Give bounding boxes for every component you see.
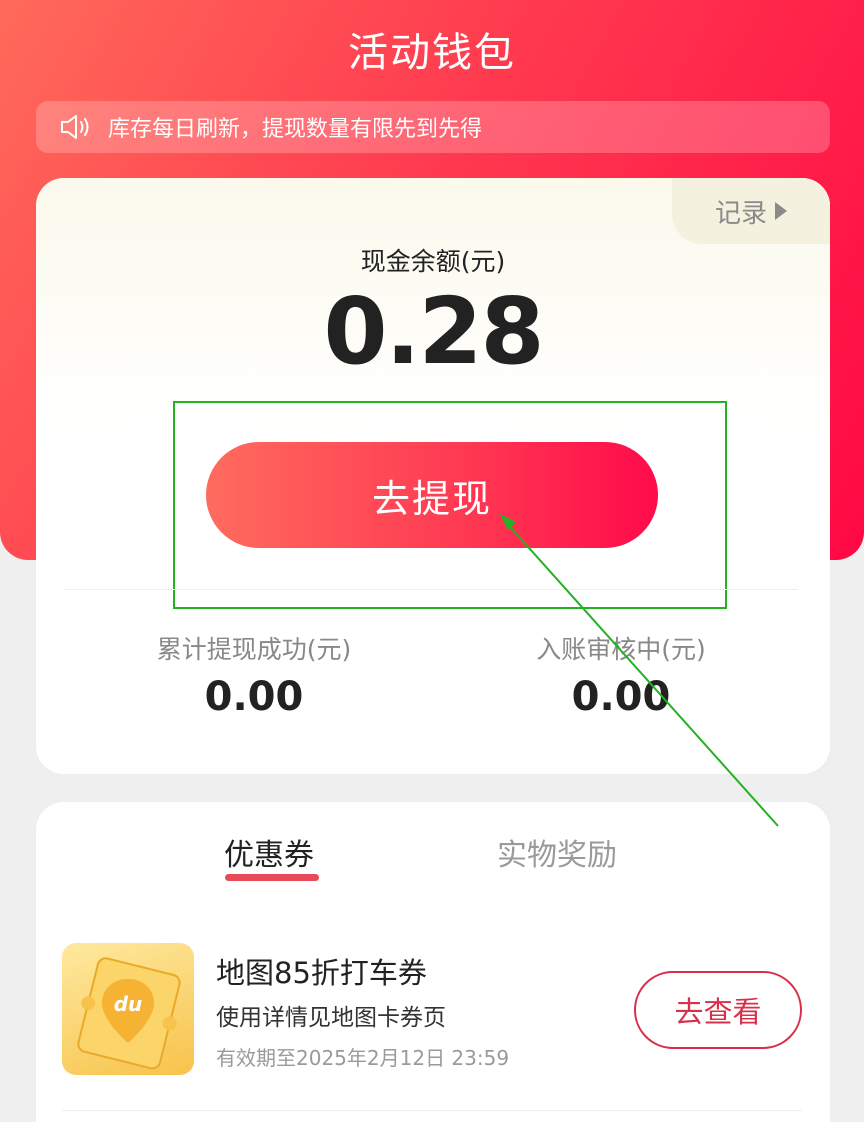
- coupon-desc: 使用详情见地图卡券页: [216, 1005, 446, 1031]
- page-title: 活动钱包: [348, 30, 516, 76]
- coupon-title: 地图85折打车券: [216, 956, 427, 990]
- record-link[interactable]: 记录: [672, 178, 830, 244]
- wallet-divider: [64, 589, 798, 590]
- balance-label: 现金余额(元): [360, 247, 506, 276]
- record-label: 记录: [714, 198, 767, 229]
- tab-physical-rewards[interactable]: 实物奖励: [497, 830, 617, 874]
- view-coupon-button[interactable]: 去查看: [634, 971, 802, 1049]
- coupon-divider: [62, 1110, 802, 1111]
- stat-pending-value: 0.00: [571, 674, 671, 720]
- stat-pending: 入账审核中(元) 0.00: [471, 630, 771, 720]
- triangle-right-icon: [775, 202, 787, 220]
- coupon-icon-text: du: [114, 992, 143, 1016]
- notice-text: 库存每日刷新，提现数量有限先到先得: [108, 117, 483, 142]
- stat-withdrawn-label: 累计提现成功(元): [156, 635, 352, 664]
- withdraw-button[interactable]: 去提现: [206, 442, 658, 548]
- notice-banner: 库存每日刷新，提现数量有限先到先得: [36, 101, 830, 153]
- coupon-expiry: 有效期至2025年2月12日 23:59: [216, 1046, 510, 1070]
- balance-value: 0.28: [323, 278, 545, 385]
- stat-pending-label: 入账审核中(元): [536, 635, 706, 664]
- tab-coupons[interactable]: 优惠券: [224, 830, 314, 874]
- stat-withdrawn-value: 0.00: [204, 674, 304, 720]
- speaker-icon: [61, 115, 89, 139]
- tab-active-underline: [225, 874, 319, 881]
- map-pin-ticket-icon: du: [62, 943, 194, 1075]
- stat-withdrawn: 累计提现成功(元) 0.00: [104, 630, 404, 720]
